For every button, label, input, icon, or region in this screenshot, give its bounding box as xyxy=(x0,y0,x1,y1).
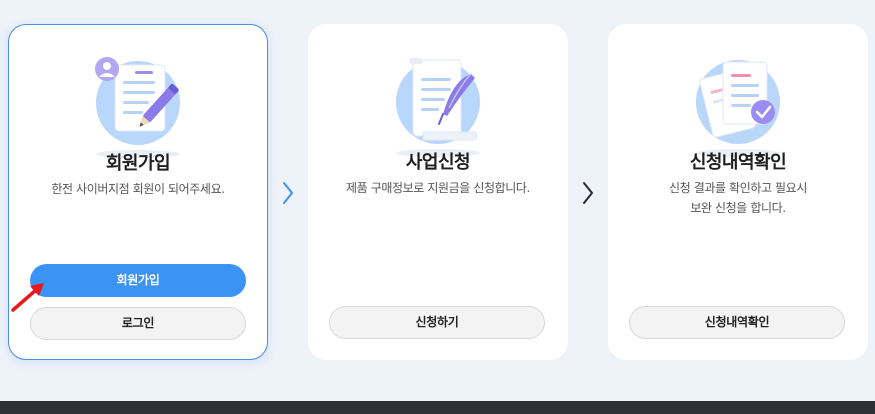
step-description: 제품 구매정보로 지원금을 신청합니다. xyxy=(346,181,530,195)
chevron-right-icon xyxy=(583,182,593,204)
step-description-line: 신청 결과를 확인하고 필요시 xyxy=(669,181,807,195)
step-title: 회원가입 xyxy=(105,153,171,174)
step-description: 신청 결과를 확인하고 필요시 보완 신청을 합니다. xyxy=(618,178,858,218)
apply-button[interactable]: 신청하기 xyxy=(329,306,545,339)
scroll-quill-icon xyxy=(396,58,480,157)
chevron-right-icon xyxy=(283,182,293,204)
page-footer xyxy=(0,401,875,414)
signup-document-pen-icon xyxy=(95,57,180,158)
login-button[interactable]: 로그인 xyxy=(30,307,246,340)
step-description: 한전 사이버지점 회원이 되어주세요. xyxy=(51,182,225,196)
red-arrow-pointer xyxy=(11,283,44,312)
step-description-line: 보완 신청을 합니다. xyxy=(690,201,786,215)
step-title: 사업신청 xyxy=(405,152,471,173)
step-card-history: 신청내역확인 신청 결과를 확인하고 필요시 보완 신청을 합니다. 신청내역확… xyxy=(608,24,868,360)
step-card-application: 사업신청 제품 구매정보로 지원금을 신청합니다. 신청하기 xyxy=(308,24,568,360)
check-history-button[interactable]: 신청내역확인 xyxy=(629,306,845,339)
signup-button[interactable]: 회원가입 xyxy=(30,264,246,297)
documents-check-icon xyxy=(696,60,780,157)
step-title: 신청내역확인 xyxy=(689,152,787,173)
